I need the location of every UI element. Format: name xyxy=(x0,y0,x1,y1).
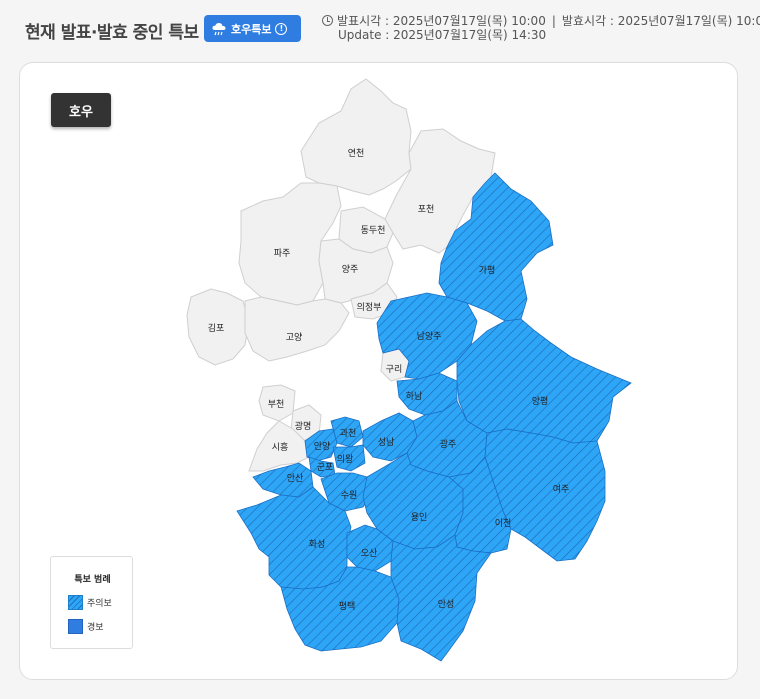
effective-time: 발효시각 : 2025년07월17일(목) 10:00 xyxy=(561,14,760,28)
heavy-rain-badge[interactable]: 호우특보 ! xyxy=(204,15,301,42)
label-osan: 오산 xyxy=(361,548,378,559)
label-siheung: 시흥 xyxy=(272,441,289,453)
time-separator: | xyxy=(551,14,556,28)
label-gapyeong: 가평 xyxy=(479,265,496,276)
badge-label: 호우특보 xyxy=(231,22,272,36)
announce-time: 발표시각 : 2025년07월17일(목) 10:00 xyxy=(337,14,546,28)
label-hanam: 하남 xyxy=(406,391,423,402)
label-uijeongbu: 의정부 xyxy=(357,302,382,313)
label-dongducheon: 동두천 xyxy=(361,225,386,236)
advisory-swatch xyxy=(68,595,83,610)
label-bucheon: 부천 xyxy=(268,399,285,410)
label-gimpo: 김포 xyxy=(208,322,225,334)
info-icon[interactable]: ! xyxy=(275,22,288,35)
label-guri: 구리 xyxy=(386,364,403,375)
label-yangpyeong: 양평 xyxy=(532,396,549,407)
time-info: 발표시각 : 2025년07월17일(목) 10:00 | 발효시각 : 2025년… xyxy=(322,14,760,42)
legend-advisory: 주의보 xyxy=(68,595,112,610)
label-yangju: 양주 xyxy=(342,264,359,275)
label-gwangmyeong: 광명 xyxy=(295,420,312,432)
label-seongnam: 성남 xyxy=(378,437,395,448)
label-icheon: 이천 xyxy=(495,518,512,529)
legend-title: 특보 범례 xyxy=(74,575,111,585)
label-anyang: 안양 xyxy=(314,441,331,452)
region-yangpyeong[interactable] xyxy=(456,318,632,444)
label-paju: 파주 xyxy=(274,248,291,259)
legend-warning-label: 경보 xyxy=(87,623,104,633)
label-uiwang: 의왕 xyxy=(337,454,354,465)
legend-warning: 경보 xyxy=(68,619,104,634)
page-title: 현재 발표·발효 중인 특보 xyxy=(25,23,199,43)
clock-icon xyxy=(322,15,333,26)
legend-advisory-label: 주의보 xyxy=(87,599,112,609)
map-panel: 호우 연천 포천 파주 동두천 양주 가평 의정부 김포 고양 남양주 구리 하… xyxy=(19,62,738,680)
label-yongin: 용인 xyxy=(411,512,428,523)
label-hwaseong: 화성 xyxy=(309,539,326,550)
label-yeoju: 여주 xyxy=(553,483,570,495)
label-ansan: 안산 xyxy=(287,473,304,484)
label-goyang: 고양 xyxy=(286,332,303,343)
label-namyangju: 남양주 xyxy=(417,331,442,342)
label-anseong: 안성 xyxy=(438,599,455,610)
update-time: Update : 2025년07월17일(목) 14:30 xyxy=(338,28,547,42)
label-yeoncheon: 연천 xyxy=(348,148,365,159)
label-gwacheon: 과천 xyxy=(340,428,357,439)
warning-swatch xyxy=(68,619,83,634)
label-pocheon: 포천 xyxy=(418,204,435,215)
label-gunpo: 군포 xyxy=(317,462,334,473)
rain-cloud-icon xyxy=(212,22,226,35)
region-yeoncheon[interactable] xyxy=(300,78,412,196)
legend: 특보 범례 주의보 경보 xyxy=(50,556,133,649)
label-suwon: 수원 xyxy=(341,490,358,501)
header: 현재 발표·발효 중인 특보 호우특보 ! 발표시각 : 2025년07월17일… xyxy=(0,0,760,60)
region-anseong[interactable] xyxy=(390,534,492,662)
label-gwangju: 광주 xyxy=(440,438,457,450)
region-goyang[interactable] xyxy=(244,296,350,362)
label-pyeongtaek: 평택 xyxy=(339,601,356,612)
